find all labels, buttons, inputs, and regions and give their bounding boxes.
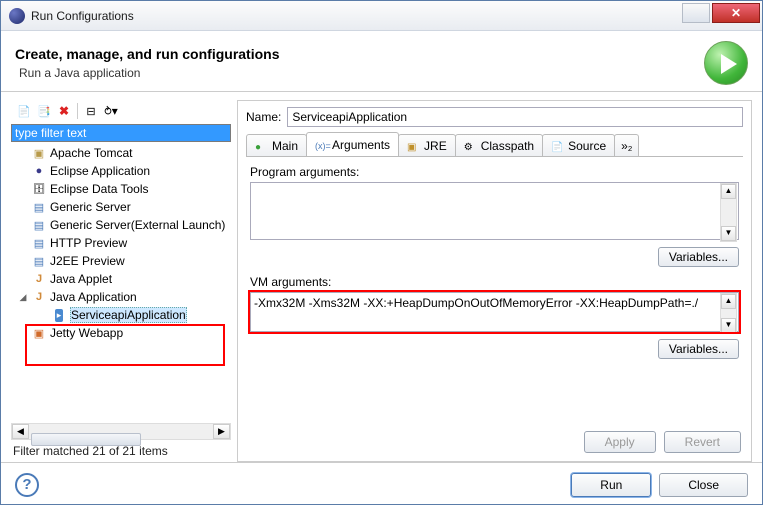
config-tabs: Main Arguments JRE Classpath Source »₂ [246, 133, 743, 157]
name-label: Name: [246, 110, 281, 124]
title-bar: Run Configurations ✕ [1, 1, 762, 31]
main-split: ▾ Apache Tomcat Eclipse Application Ecli… [1, 92, 762, 462]
dialog-footer: ? Run Close [1, 462, 762, 507]
tab-main[interactable]: Main [246, 134, 307, 156]
header-subtitle: Run a Java application [19, 66, 280, 80]
tree-item-java-application[interactable]: ◢Java Application [11, 288, 231, 306]
db-icon [31, 181, 47, 197]
tab-source[interactable]: Source [542, 134, 615, 156]
scroll-right-button[interactable]: ▶ [213, 424, 230, 439]
apply-button[interactable]: Apply [584, 431, 656, 453]
filter-icon [104, 104, 112, 118]
vm-args-label: VM arguments: [250, 275, 739, 289]
name-input[interactable] [287, 107, 743, 127]
source-tab-icon [551, 139, 565, 153]
tab-body-arguments: Program arguments: ▲▼ Variables... VM ar… [246, 157, 743, 425]
new-config-button[interactable] [15, 102, 33, 120]
tree-horizontal-scrollbar[interactable]: ◀ ▶ [11, 423, 231, 440]
tab-jre[interactable]: JRE [398, 134, 456, 156]
server-icon [31, 199, 47, 215]
jetty-icon [31, 325, 47, 341]
scroll-thumb[interactable] [31, 433, 141, 446]
arguments-tab-icon [315, 138, 329, 152]
dialog-header: Create, manage, and run configurations R… [1, 31, 762, 92]
tree-item-eclipse-data-tools[interactable]: Eclipse Data Tools [11, 180, 231, 198]
tab-arguments[interactable]: Arguments [306, 132, 399, 156]
new-icon [17, 104, 31, 118]
duplicate-icon [37, 104, 51, 118]
tree-item-apache-tomcat[interactable]: Apache Tomcat [11, 144, 231, 162]
collapse-all-button[interactable] [82, 102, 100, 120]
filter-input[interactable] [11, 124, 231, 142]
delete-icon [59, 104, 69, 118]
tree-item-generic-server-external[interactable]: Generic Server(External Launch) [11, 216, 231, 234]
close-window-button[interactable]: ✕ [712, 3, 760, 23]
vm-args-textarea[interactable] [250, 292, 739, 332]
program-args-variables-button[interactable]: Variables... [658, 247, 739, 267]
duplicate-config-button[interactable] [35, 102, 53, 120]
tree-item-eclipse-application[interactable]: Eclipse Application [11, 162, 231, 180]
apply-revert-row: Apply Revert [246, 425, 743, 455]
tree-item-jetty-webapp[interactable]: Jetty Webapp [11, 324, 231, 342]
tomcat-icon [31, 145, 47, 161]
server-icon [31, 217, 47, 233]
config-tree[interactable]: Apache Tomcat Eclipse Application Eclips… [11, 142, 231, 423]
help-button[interactable]: ? [15, 473, 39, 497]
scroll-left-button[interactable]: ◀ [12, 424, 29, 439]
main-tab-icon [255, 139, 269, 153]
minimize-button[interactable] [682, 3, 710, 23]
collapse-icon [86, 104, 95, 118]
revert-button[interactable]: Revert [664, 431, 741, 453]
classpath-tab-icon [464, 139, 478, 153]
vm-args-variables-button[interactable]: Variables... [658, 339, 739, 359]
program-args-textarea[interactable] [250, 182, 739, 240]
jre-tab-icon [407, 139, 421, 153]
tab-overflow[interactable]: »₂ [614, 134, 639, 156]
program-args-label: Program arguments: [250, 165, 739, 179]
eclipse-icon [31, 163, 47, 179]
tree-item-generic-server[interactable]: Generic Server [11, 198, 231, 216]
run-button[interactable]: Run [571, 473, 651, 497]
config-toolbar: ▾ [11, 100, 231, 124]
right-panel: Name: Main Arguments JRE Classpath Sourc… [237, 100, 752, 462]
program-args-scrollbar[interactable]: ▲▼ [720, 183, 737, 242]
java-icon [31, 289, 47, 305]
filter-menu-button[interactable]: ▾ [102, 102, 120, 120]
tree-item-http-preview[interactable]: HTTP Preview [11, 234, 231, 252]
tab-classpath[interactable]: Classpath [455, 134, 543, 156]
delete-config-button[interactable] [55, 102, 73, 120]
server-icon [31, 253, 47, 269]
window-title: Run Configurations [31, 9, 134, 23]
close-button[interactable]: Close [659, 473, 748, 497]
header-title: Create, manage, and run configurations [15, 46, 280, 62]
tree-item-serviceapi-application[interactable]: ServiceapiApplication [11, 306, 231, 324]
java-run-icon [51, 307, 67, 323]
tree-item-java-applet[interactable]: Java Applet [11, 270, 231, 288]
server-icon [31, 235, 47, 251]
vm-args-scrollbar[interactable]: ▲▼ [720, 293, 737, 334]
app-icon [9, 8, 25, 24]
left-panel: ▾ Apache Tomcat Eclipse Application Ecli… [11, 100, 231, 462]
toolbar-separator [77, 103, 78, 119]
run-hero-icon [704, 41, 748, 85]
java-icon [31, 271, 47, 287]
tree-item-j2ee-preview[interactable]: J2EE Preview [11, 252, 231, 270]
